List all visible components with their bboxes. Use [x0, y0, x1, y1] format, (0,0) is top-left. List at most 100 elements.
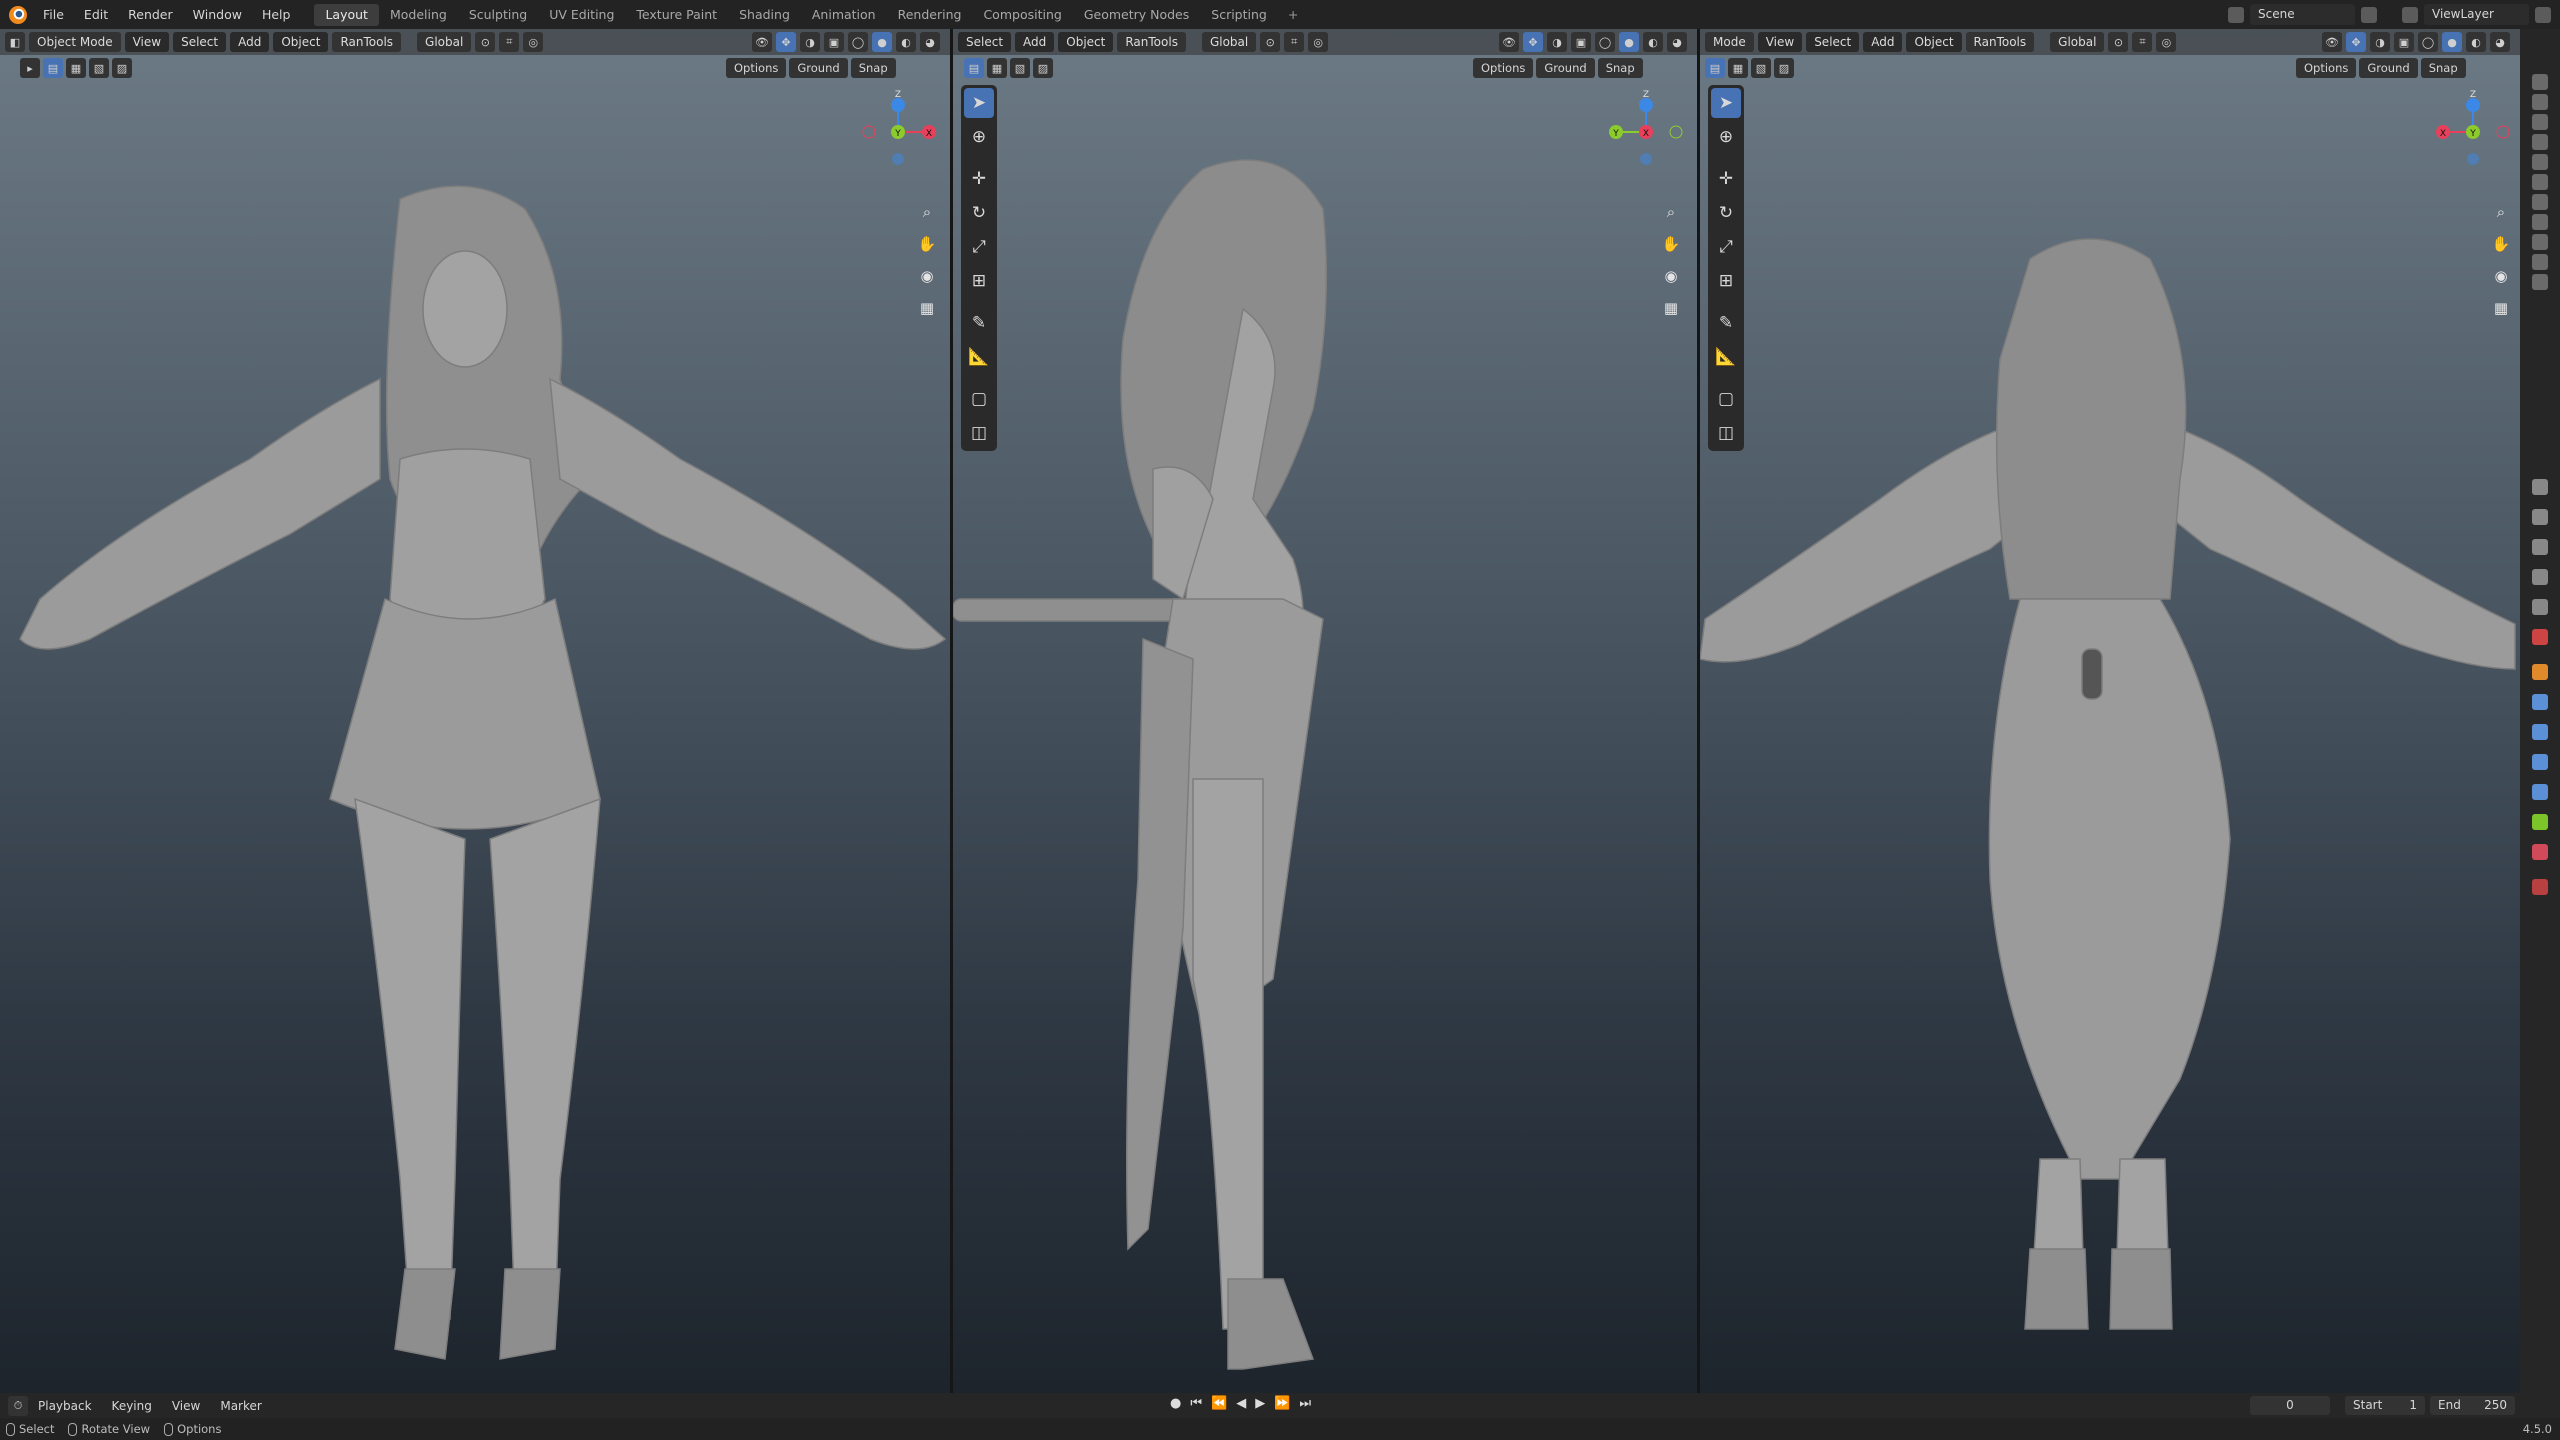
orientation-dropdown[interactable]: Global [417, 32, 472, 52]
outliner-item-icon[interactable] [2532, 74, 2548, 90]
overlay-icon[interactable]: ◑ [2370, 32, 2390, 52]
annotate-tool-icon[interactable]: ✎ [1711, 308, 1741, 338]
solid-shading-icon[interactable]: ● [2442, 32, 2462, 52]
pan-hand-icon[interactable]: ✋ [1658, 231, 1684, 257]
pivot-icon[interactable]: ⊙ [1260, 32, 1281, 52]
next-keyframe-icon[interactable]: ⏩ [1274, 1396, 1290, 1411]
menu-window[interactable]: Window [183, 0, 252, 29]
ground-button[interactable]: Ground [2359, 58, 2418, 78]
outliner-item-icon[interactable] [2532, 194, 2548, 210]
overlay-icon[interactable]: ◑ [800, 32, 820, 52]
scene-selector[interactable]: Scene [2228, 4, 2377, 25]
material-properties-icon[interactable] [2532, 844, 2548, 860]
end-frame-field[interactable]: End 250 [2430, 1396, 2515, 1415]
camera-view-icon[interactable]: ◉ [914, 263, 940, 289]
select-tool-icon[interactable]: ➤ [964, 88, 994, 118]
add-shape-tool-icon[interactable]: ◫ [964, 418, 994, 448]
outliner-item-icon[interactable] [2532, 154, 2548, 170]
tab-rendering[interactable]: Rendering [887, 4, 973, 26]
menu-add[interactable]: Add [1015, 32, 1055, 52]
zoom-icon[interactable]: ⌕ [2488, 199, 2514, 225]
add-cube-tool-icon[interactable]: ▢ [964, 384, 994, 414]
snap-button[interactable]: Snap [1597, 58, 1643, 78]
options-dropdown[interactable]: Options [2296, 58, 2357, 78]
jump-end-icon[interactable]: ⏭ [1299, 1396, 1311, 1411]
add-workspace-button[interactable]: + [1278, 7, 1308, 22]
tweak-icon[interactable]: ▸ [20, 58, 40, 78]
menu-object[interactable]: Object [1906, 32, 1962, 52]
material-shading-icon[interactable]: ◐ [896, 32, 916, 52]
menu-add[interactable]: Add [1863, 32, 1903, 52]
tab-uv-editing[interactable]: UV Editing [538, 4, 625, 26]
menu-select[interactable]: Select [1806, 32, 1860, 52]
menu-render[interactable]: Render [118, 0, 183, 29]
xray-icon[interactable]: ▣ [824, 32, 844, 52]
measure-tool-icon[interactable]: 📐 [1711, 342, 1741, 372]
wireframe-shading-icon[interactable]: ◯ [1595, 32, 1615, 52]
tab-sculpting[interactable]: Sculpting [458, 4, 538, 26]
zoom-icon[interactable]: ⌕ [1658, 199, 1684, 225]
jump-start-icon[interactable]: ⏮ [1190, 1396, 1202, 1411]
grid-ortho-icon[interactable]: ▦ [914, 295, 940, 321]
camera-view-icon[interactable]: ◉ [2488, 263, 2514, 289]
tab-layout[interactable]: Layout [314, 3, 379, 26]
solid-shading-icon[interactable]: ● [872, 32, 892, 52]
options-dropdown[interactable]: Options [726, 58, 787, 78]
new-scene-icon[interactable] [2361, 6, 2377, 23]
cursor-tool-icon[interactable]: ⊕ [964, 122, 994, 152]
visibility-icon[interactable]: 👁 [1499, 32, 1519, 52]
prev-keyframe-icon[interactable]: ⏪ [1211, 1396, 1227, 1411]
outliner-item-icon[interactable] [2532, 174, 2548, 190]
render-properties-icon[interactable] [2532, 509, 2548, 525]
rantools-menu[interactable]: RanTools [332, 32, 402, 52]
data-properties-icon[interactable] [2532, 814, 2548, 830]
world-properties-icon[interactable] [2532, 629, 2548, 645]
orientation-dropdown[interactable]: Global [1201, 32, 1257, 52]
move-tool-icon[interactable]: ✛ [964, 164, 994, 194]
outliner-item-icon[interactable] [2532, 114, 2548, 130]
menu-object[interactable]: Object [1058, 32, 1114, 52]
outliner-item-icon[interactable] [2532, 254, 2548, 270]
rantools-menu[interactable]: RanTools [1965, 32, 2035, 52]
scene-name-field[interactable]: Scene [2250, 4, 2355, 25]
view-layer-selector[interactable]: ViewLayer [2402, 4, 2551, 25]
rendered-shading-icon[interactable]: ◕ [920, 32, 940, 52]
blender-logo-icon[interactable] [9, 5, 27, 24]
pivot-icon[interactable]: ⊙ [2108, 32, 2129, 52]
outliner-item-icon[interactable] [2532, 234, 2548, 250]
pan-hand-icon[interactable]: ✋ [2488, 231, 2514, 257]
current-frame-field[interactable]: 0 [2250, 1396, 2330, 1415]
select-subtract-icon[interactable]: ▧ [89, 58, 109, 78]
material-shading-icon[interactable]: ◐ [2466, 32, 2486, 52]
xray-icon[interactable]: ▣ [1571, 32, 1591, 52]
menu-help[interactable]: Help [252, 0, 301, 29]
zoom-icon[interactable]: ⌕ [914, 199, 940, 225]
tab-modeling[interactable]: Modeling [379, 4, 458, 26]
mode-dropdown[interactable]: Mode [1705, 32, 1754, 52]
menu-file[interactable]: File [33, 0, 74, 29]
proportional-icon[interactable]: ◎ [2156, 32, 2177, 52]
tab-texture-paint[interactable]: Texture Paint [625, 4, 728, 26]
snap-button[interactable]: Snap [2420, 58, 2466, 78]
timeline-editor-icon[interactable]: ⏱ [8, 1395, 28, 1416]
add-cube-tool-icon[interactable]: ▢ [1711, 384, 1741, 414]
mode-dropdown[interactable]: Object Mode [29, 32, 121, 52]
play-icon[interactable]: ▶ [1255, 1396, 1265, 1411]
select-invert-icon[interactable]: ▨ [1033, 58, 1053, 78]
outliner-item-icon[interactable] [2532, 94, 2548, 110]
select-new-icon[interactable]: ▤ [43, 58, 63, 78]
proportional-icon[interactable]: ◎ [523, 32, 544, 52]
rendered-shading-icon[interactable]: ◕ [2490, 32, 2510, 52]
add-shape-tool-icon[interactable]: ◫ [1711, 418, 1741, 448]
pan-hand-icon[interactable]: ✋ [914, 231, 940, 257]
editor-type-icon[interactable]: ◧ [5, 32, 25, 52]
outliner-item-icon[interactable] [2532, 274, 2548, 290]
rotate-tool-icon[interactable]: ↻ [964, 198, 994, 228]
gizmo-toggle-icon[interactable]: ✥ [776, 32, 796, 52]
output-properties-icon[interactable] [2532, 539, 2548, 555]
texture-properties-icon[interactable] [2532, 879, 2548, 895]
visibility-icon[interactable]: 👁 [752, 32, 772, 52]
snap-icon[interactable]: ⌗ [499, 32, 520, 52]
tab-compositing[interactable]: Compositing [972, 4, 1072, 26]
scale-tool-icon[interactable]: ⤢ [964, 232, 994, 262]
